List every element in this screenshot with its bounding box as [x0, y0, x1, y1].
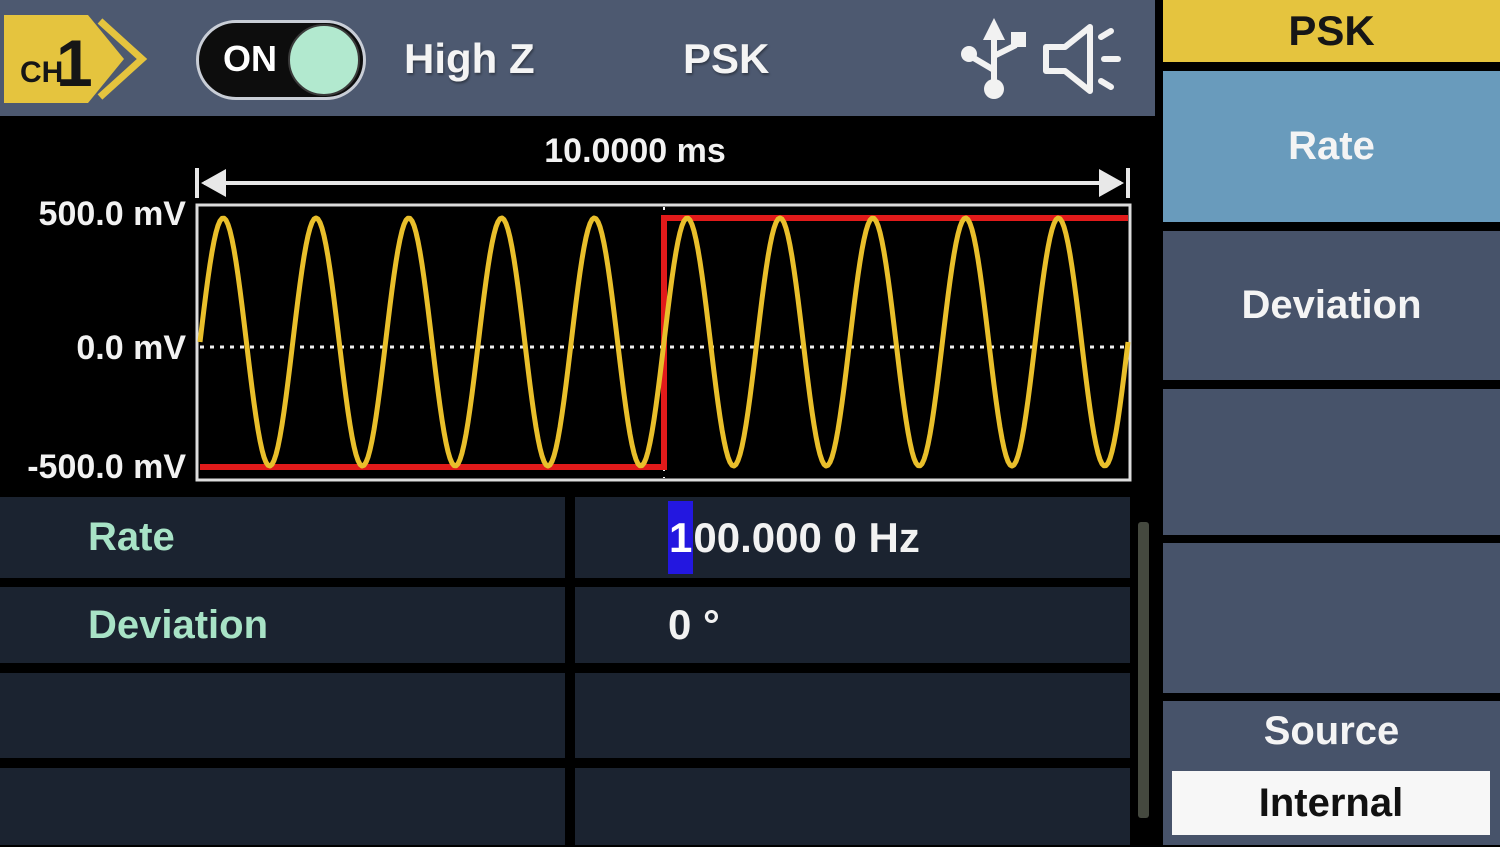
channel-number-label: 1 [56, 26, 93, 100]
sidebar-item-rate[interactable]: Rate [1163, 71, 1500, 222]
param-value: 0 ° [575, 601, 720, 649]
sidebar-item-deviation[interactable]: Deviation [1163, 231, 1500, 380]
output-on-toggle[interactable]: ON [196, 20, 366, 100]
sidebar-item-source[interactable]: Source Internal [1163, 701, 1500, 845]
sidebar-title-psk: PSK [1163, 0, 1500, 62]
period-label: 10.0000 ms [420, 132, 850, 171]
sidebar-item-blank-2 [1163, 543, 1500, 693]
usb-icon [955, 16, 1033, 102]
impedance-status: High Z [404, 36, 535, 82]
sidebar-item-label: Rate [1288, 124, 1375, 169]
period-measure-arrow [197, 168, 1128, 198]
param-value-cell-deviation[interactable]: 0 ° [575, 587, 1130, 663]
sidebar-item-blank-1 [1163, 389, 1500, 535]
toggle-on-label: ON [223, 38, 277, 80]
param-value-text: 0 ° [668, 601, 720, 648]
param-value: 100.000 0 Hz [575, 514, 920, 562]
y-axis-label-top: 500.0 mV [0, 194, 186, 234]
param-label: Deviation [0, 603, 268, 648]
channel-badge[interactable]: CH 1 [4, 12, 156, 106]
y-axis-label-bottom: -500.0 mV [0, 447, 186, 487]
param-value-cell-empty [575, 768, 1130, 845]
waveform-preview-panel [0, 116, 1155, 490]
edit-cursor-digit: 1 [668, 501, 693, 574]
signal-generator-screen: CH 1 ON High Z PSK [0, 0, 1500, 847]
param-value-text: 00.000 0 Hz [693, 514, 920, 561]
waveform-chart [0, 116, 1155, 490]
speaker-icon [1038, 22, 1126, 96]
modulation-mode-status: PSK [683, 36, 769, 82]
y-axis-label-mid: 0.0 mV [0, 328, 186, 368]
param-label-cell-empty [0, 673, 565, 758]
param-label-cell-rate[interactable]: Rate [0, 497, 565, 578]
top-status-bar: CH 1 ON High Z PSK [0, 0, 1155, 116]
toggle-knob [288, 24, 360, 96]
param-label-cell-empty [0, 768, 565, 845]
param-value-cell-rate[interactable]: 100.000 0 Hz [575, 497, 1130, 578]
source-value-badge[interactable]: Internal [1172, 771, 1490, 835]
sidebar-item-label: Deviation [1241, 283, 1421, 328]
param-label: Rate [0, 515, 175, 560]
param-value-cell-empty [575, 673, 1130, 758]
table-scrollbar[interactable] [1138, 522, 1149, 818]
source-label: Source [1264, 709, 1400, 754]
param-label-cell-deviation[interactable]: Deviation [0, 587, 565, 663]
